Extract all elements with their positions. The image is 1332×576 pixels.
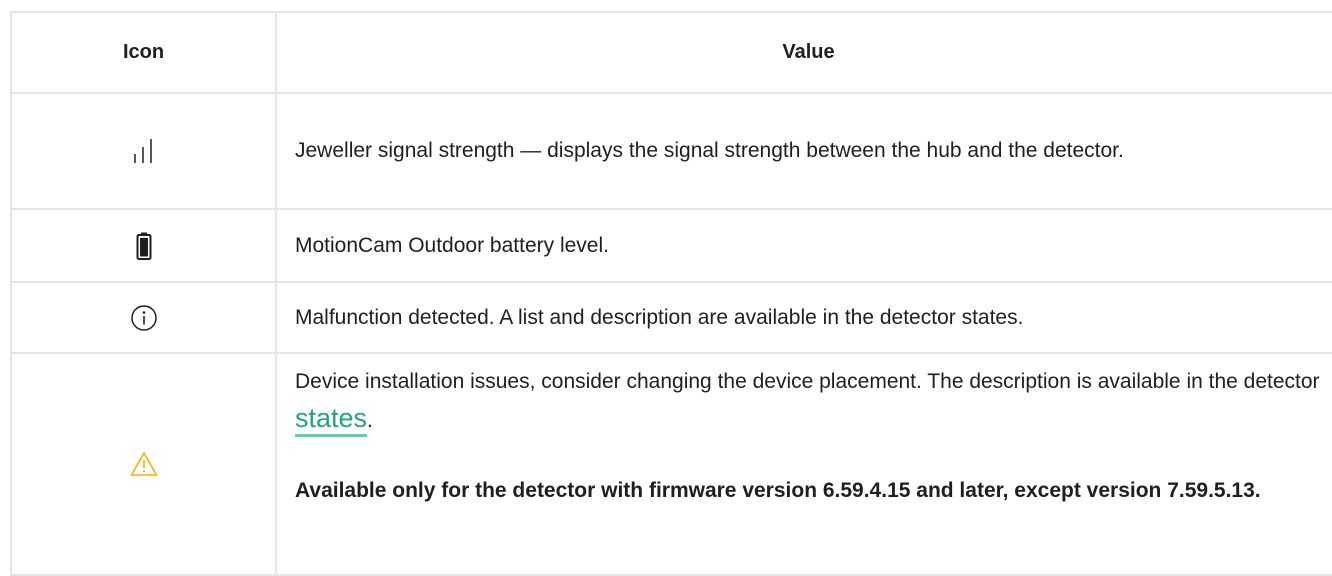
icon-cell [10,208,277,283]
icons-table: Icon Value Jeweller signal strength — di… [10,11,1332,576]
icon-cell [10,92,277,210]
value-cell: Jeweller signal strength — displays the … [275,92,1332,210]
info-circle-icon [130,304,157,331]
table-row: Jeweller signal strength — displays the … [10,92,1332,210]
battery-icon [136,232,151,260]
states-link[interactable]: states [295,403,368,437]
icon-cell [10,281,277,354]
icon-cell [10,352,277,576]
value-cell: Malfunction detected. A list and descrip… [275,281,1332,354]
malfunction-description: Malfunction detected. A list and descrip… [295,305,1024,329]
installation-issues-description: Device installation issues, consider cha… [295,370,1320,393]
header-icon: Icon [10,11,277,94]
table-row: Malfunction detected. A list and descrip… [10,281,1332,354]
warning-triangle-icon [130,452,157,476]
description-period: . [367,409,373,432]
signal-strength-icon [133,139,152,163]
table-row: Device installation issues, consider cha… [10,352,1332,576]
header-value: Value [275,11,1332,94]
firmware-note: Available only for the detector with fir… [295,479,1261,502]
icons-table-container: Icon Value Jeweller signal strength — di… [10,11,1332,576]
table-row: MotionCam Outdoor battery level. [10,208,1332,283]
table-header-row: Icon Value [10,11,1332,94]
battery-description: MotionCam Outdoor battery level. [295,233,609,257]
installation-issues-content: Device installation issues, consider cha… [295,354,1322,509]
value-cell: MotionCam Outdoor battery level. [275,208,1332,283]
signal-strength-description: Jeweller signal strength — displays the … [295,139,1124,162]
value-cell: Device installation issues, consider cha… [275,352,1332,576]
